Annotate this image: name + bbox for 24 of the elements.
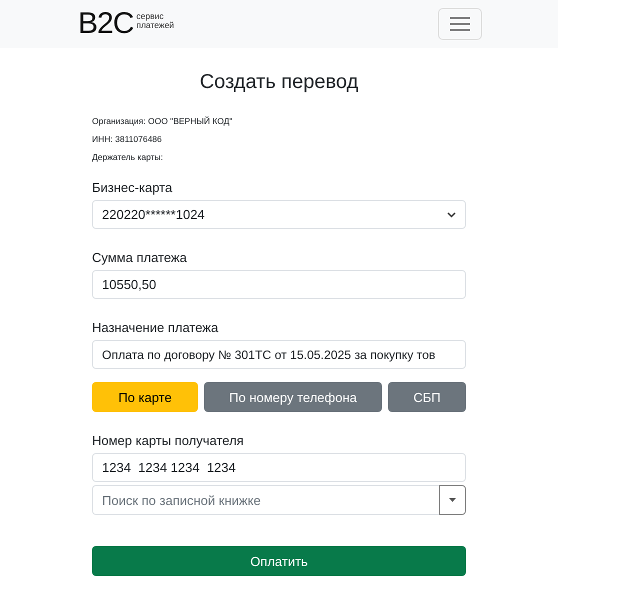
pay-button[interactable]: Оплатить	[92, 546, 466, 576]
info-line: ИНН: 3811076486	[92, 133, 162, 146]
field-label: Бизнес-карта	[92, 180, 174, 196]
method-tab[interactable]: По номеру телефона	[204, 382, 382, 412]
chevron-down-icon	[447, 212, 456, 218]
text-field[interactable]: Оплата по договору № 301ТС от 15.05.2025 за покупку тов	[92, 340, 466, 369]
card-select[interactable]: 220220******1024	[92, 200, 466, 229]
page-title: Создать перевод	[198, 70, 360, 95]
card-number-field[interactable]: 1234 1234 1234 1234	[92, 453, 466, 482]
search-field[interactable]: Поиск по записной книжке	[92, 485, 439, 515]
menu-button[interactable]	[438, 8, 482, 40]
logo-text: B2C	[78, 9, 134, 39]
dropdown-button[interactable]	[439, 485, 466, 515]
info-line: Держатель карты:	[92, 151, 163, 164]
logo-tagline: сервис платежей	[136, 12, 176, 30]
field-label: Номер карты получателя	[92, 433, 245, 449]
method-tab[interactable]: СБП	[388, 382, 466, 412]
info-line: Организация: ООО "ВЕРНЫЙ КОД"	[92, 115, 232, 128]
caret-icon	[449, 498, 456, 502]
field-label: Сумма платежа	[92, 250, 188, 266]
text-field[interactable]: 10550,50	[92, 270, 466, 299]
field-label: Назначение платежа	[92, 320, 220, 336]
menu-icon	[449, 16, 471, 32]
method-tab[interactable]: По карте	[92, 382, 198, 412]
